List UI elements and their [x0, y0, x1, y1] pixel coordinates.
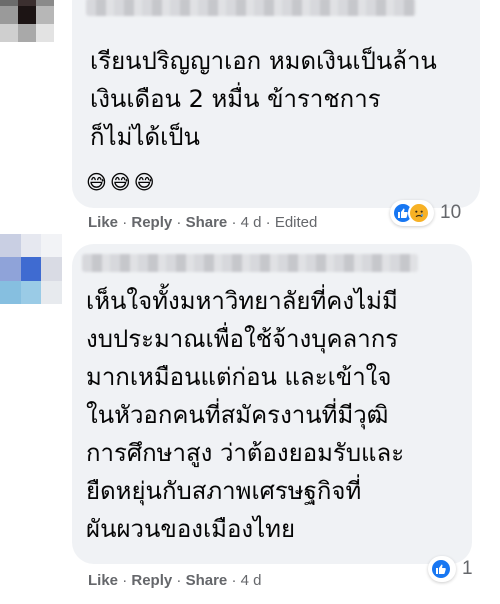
reaction-count[interactable]: 10 — [440, 202, 461, 224]
comment-text-line: เห็นใจทั้งมหาวิทยาลัยที่คงไม่มี — [86, 287, 398, 315]
reply-link[interactable]: Reply — [131, 572, 172, 589]
sweat-smile-emoji-icon: 😅 — [133, 170, 155, 194]
comment-actions: Like · Reply · Share · 4 d — [88, 572, 261, 589]
comment-bubble: เห็นใจทั้งมหาวิทยาลัยที่คงไม่มี งบประมาณ… — [72, 244, 472, 564]
comment-text-line: เรียนปริญญาเอก หมดเงินเป็นล้าน — [90, 47, 437, 75]
share-link[interactable]: Share — [186, 572, 228, 589]
commenter-name-redacted[interactable] — [82, 254, 418, 272]
sweat-smile-emoji-icon: 😅 — [86, 170, 107, 194]
comment-text-line: งบประมาณเพื่อใช้จ้างบุคลากร — [86, 325, 399, 353]
separator-dot: · — [231, 214, 241, 231]
comment-text: เห็นใจทั้งมหาวิทยาลัยที่คงไม่มี งบประมาณ… — [86, 282, 404, 548]
emoji-line: 😅 😅 😅 — [86, 170, 155, 194]
like-link[interactable]: Like — [88, 214, 118, 231]
comment-text-line: การศึกษาสูง ว่าต้องยอมรับและ — [86, 439, 405, 467]
timestamp[interactable]: 4 d — [241, 572, 262, 589]
comment-text-line: มากเหมือนแต่ก่อน และเข้าใจ — [86, 363, 392, 391]
like-icon — [430, 558, 452, 580]
separator-dot: · — [176, 572, 186, 589]
separator-dot: · — [265, 214, 275, 231]
comment-text: เรียนปริญญาเอก หมดเงินเป็นล้าน เงินเดือน… — [90, 42, 437, 156]
reply-link[interactable]: Reply — [131, 214, 172, 231]
sweat-smile-emoji-icon: 😅 — [109, 170, 131, 194]
edited-label[interactable]: Edited — [275, 214, 318, 231]
comment-text-line: ผันผวนของเมืองไทย — [86, 515, 296, 543]
separator-dot: · — [176, 214, 186, 231]
comment-text-line: เงินเดือน 2 หมื่น ข้าราชการ — [90, 85, 381, 113]
like-link[interactable]: Like — [88, 572, 118, 589]
reaction-count[interactable]: 1 — [462, 558, 473, 580]
comment-actions: Like · Reply · Share · 4 d · Edited — [88, 214, 317, 231]
comment-text-line: ยืดหยุ่นกับสภาพเศรษฐกิจที่ — [86, 477, 362, 505]
avatar[interactable] — [0, 0, 54, 42]
separator-dot: · — [122, 214, 132, 231]
avatar[interactable] — [0, 234, 62, 304]
comment-text-line: ในหัวอกคนที่สมัครงานที่มีวุฒิ — [86, 401, 389, 429]
reaction-summary[interactable]: 1 — [428, 556, 473, 582]
commenter-name-redacted[interactable] — [86, 0, 416, 16]
reaction-pill[interactable] — [390, 200, 434, 226]
comment-text-line: ก็ไม่ได้เป็น — [90, 123, 200, 151]
comment-bubble: เรียนปริญญาเอก หมดเงินเป็นล้าน เงินเดือน… — [72, 0, 480, 208]
share-link[interactable]: Share — [186, 214, 228, 231]
reaction-pill[interactable] — [428, 556, 456, 582]
sad-icon — [408, 202, 430, 224]
reaction-summary[interactable]: 10 — [390, 200, 461, 226]
separator-dot: · — [231, 572, 241, 589]
separator-dot: · — [122, 572, 132, 589]
timestamp[interactable]: 4 d — [241, 214, 262, 231]
